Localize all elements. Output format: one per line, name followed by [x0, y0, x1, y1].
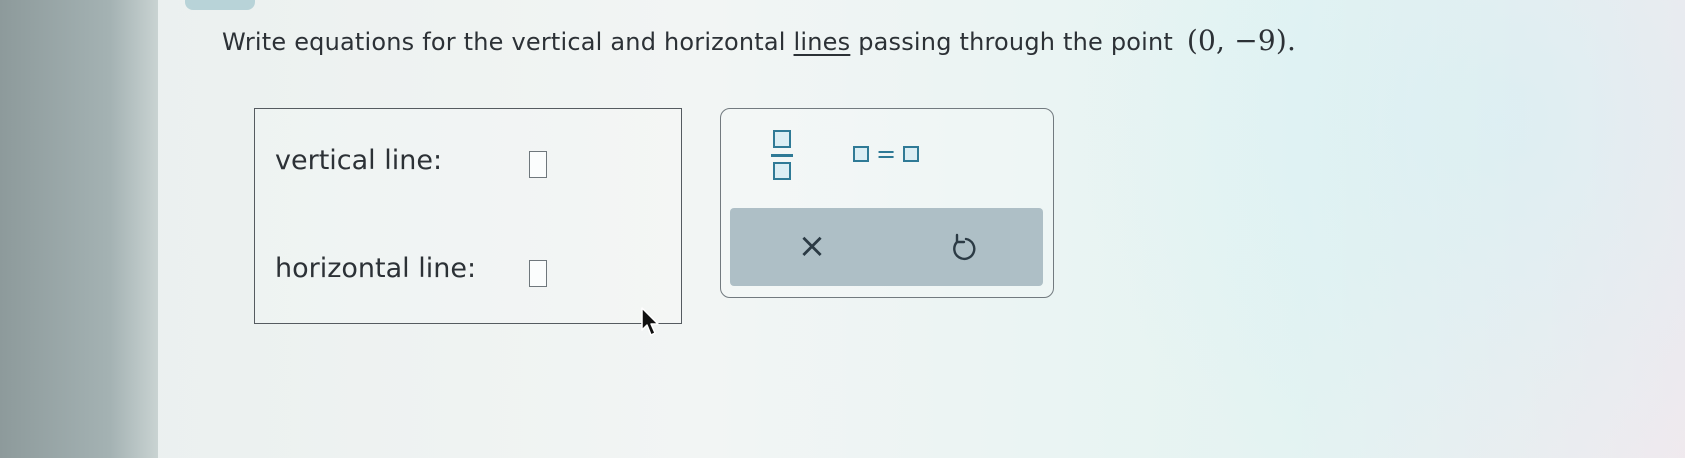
answer-panel: vertical line: horizontal line:: [254, 108, 682, 324]
vertical-line-label: vertical line:: [275, 145, 443, 176]
fraction-template-icon[interactable]: [769, 129, 795, 181]
undo-icon[interactable]: [946, 230, 982, 266]
left-screen-edge: [0, 0, 158, 458]
equation-template-icon[interactable]: =: [853, 140, 923, 168]
question-text: Write equations for the vertical and hor…: [222, 24, 1296, 57]
equals-sign: =: [875, 140, 897, 168]
mouse-cursor-icon: [640, 306, 662, 338]
keypad-action-bar: ×: [730, 208, 1043, 286]
fraction-numerator-box: [773, 130, 791, 148]
lines-link[interactable]: lines: [794, 28, 851, 56]
equation-right-box: [903, 146, 919, 162]
clear-icon[interactable]: ×: [792, 226, 832, 266]
vertical-line-input[interactable]: [529, 151, 547, 178]
horizontal-line-label: horizontal line:: [275, 253, 477, 284]
fraction-denominator-box: [773, 162, 791, 180]
question-prefix: Write equations for the vertical and hor…: [222, 28, 786, 56]
math-keypad: = ×: [720, 108, 1054, 298]
point-coordinates: (0, −9).: [1186, 24, 1297, 57]
top-tab-edge: [185, 0, 255, 10]
question-suffix: passing through the point: [858, 28, 1174, 56]
fraction-bar: [771, 154, 793, 157]
equation-left-box: [853, 146, 869, 162]
horizontal-line-input[interactable]: [529, 260, 547, 287]
